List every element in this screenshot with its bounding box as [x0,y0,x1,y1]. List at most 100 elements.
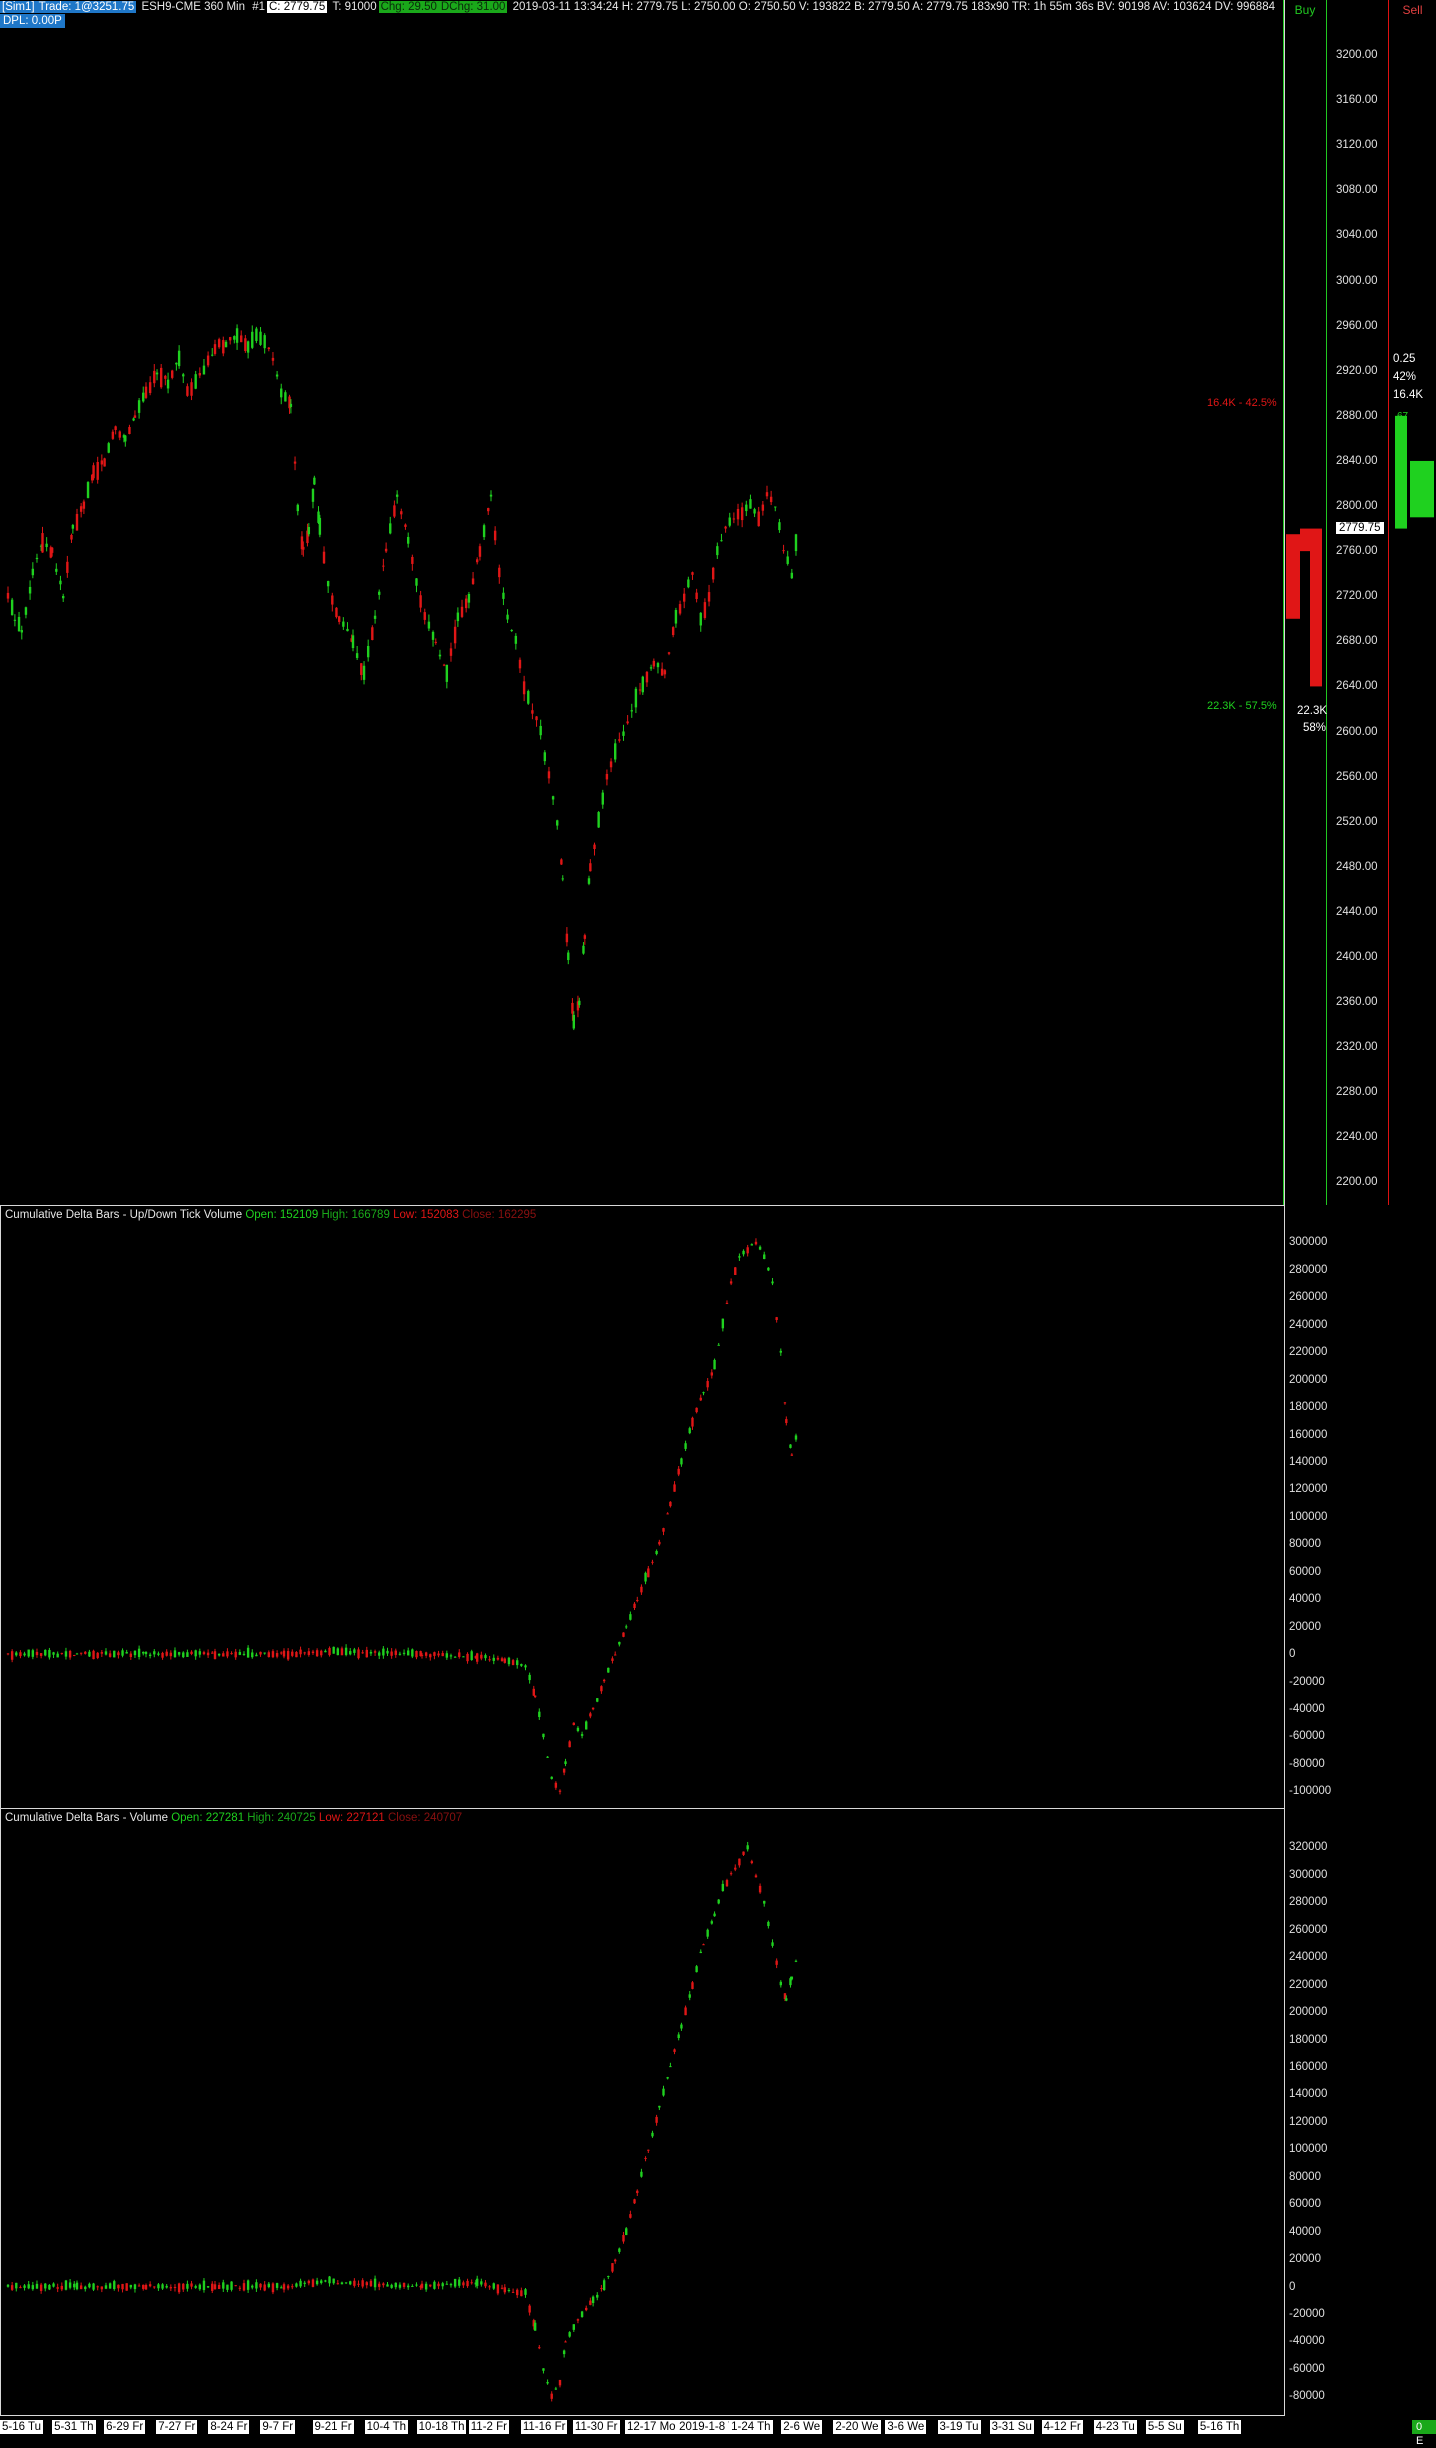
candle-up [634,688,638,708]
candle-up [390,2284,393,2288]
candle-down [190,1651,193,1655]
axis-tick-label: -20000 [1289,2307,1325,2320]
candle-down [244,338,247,351]
candle-up [328,2276,331,2284]
candle-down [169,1652,173,1657]
candle-up [373,615,377,619]
candle-down [100,460,104,465]
candle-up [576,1727,580,1732]
candle-up [326,581,330,587]
candle-up [542,1733,545,1738]
candle-down [732,518,736,520]
candle-down [636,1600,639,1602]
candle-up [680,2024,683,2029]
candle-up [758,1246,762,1250]
candle-down [361,2280,364,2287]
time-axis-label: 11-30 Fr [572,2420,620,2434]
candle-up [411,2285,414,2287]
candle-up [695,1966,698,1973]
candle-down [611,1658,614,1661]
candle-up [125,1651,128,1654]
candle-up [546,2382,549,2384]
candle-down [382,2283,385,2286]
candle-up [88,2283,91,2288]
axis-tick-label: 200000 [1289,1373,1328,1386]
candle-up [224,341,228,348]
candle-up [411,1649,414,1657]
candle-up [24,607,28,615]
axis-tick-label: 300000 [1289,1236,1328,1249]
candle-down [658,1541,661,1545]
candle-up [438,654,442,657]
candle-up [502,592,505,599]
candle-up [538,1711,541,1718]
time-axis-label: 3-6 We [885,2420,927,2434]
candle-up [506,614,509,620]
candle-down [92,1650,95,1660]
chart-canvas[interactable] [0,0,1436,2435]
candle-up [157,1653,160,1655]
candle-up [235,328,239,343]
candle-down [420,2283,424,2288]
candle-down [614,2259,617,2262]
candle-down [66,561,69,573]
candle-down [419,595,422,608]
candle-down [6,1653,10,1655]
candle-up [206,2286,210,2288]
candle-down [190,382,193,396]
time-axis-label: 3-31 Su [989,2420,1034,2434]
candle-down [267,347,271,350]
candle-up [644,1572,647,1582]
candle-down [666,1513,669,1515]
candle-down [754,1875,758,1878]
candle-down [114,426,117,430]
candle-down [736,508,740,520]
candle-up [259,331,262,345]
candle-up [507,1657,511,1665]
candle-up [551,796,555,800]
candle-down [211,1652,214,1654]
candle-up [56,1653,59,1658]
candle-up [349,1651,352,1655]
candle-down [153,370,156,384]
candle-up [48,2284,51,2290]
candle-up [202,365,206,375]
candle-up [142,1651,145,1654]
candle-down [487,508,490,512]
candle-down [511,1660,515,1666]
candle-down [478,546,482,557]
candle-up [564,1761,567,1765]
axis-tick-label: 2360.00 [1336,996,1378,1009]
time-axis-label: 5-31 Th [52,2420,96,2434]
candle-down [394,1650,397,1655]
candle-up [717,1344,720,1346]
candle-down [242,2283,246,2291]
candle-down [703,602,707,618]
axis-tick-label: 160000 [1289,2060,1328,2073]
candle-down [724,526,727,529]
candle-up [484,1655,487,1659]
candle-up [17,616,21,632]
candle-down [550,2393,553,2399]
candle-up [449,2284,453,2286]
candle-up [702,1392,705,1394]
candle-down [585,2307,588,2311]
candle-down [404,524,407,527]
candle-down [19,2287,22,2289]
candle-up [630,710,633,712]
candle-up [315,2280,319,2285]
candle-up [688,1994,691,1998]
candle-up [177,350,181,367]
time-axis-label: 6-29 Fr [104,2420,146,2434]
candle-up [107,443,110,453]
candle-up [226,2284,229,2290]
candle-up [585,1721,588,1730]
candle-up [23,1653,26,1656]
candle-up [749,499,752,509]
candle-up [790,572,794,579]
candle-up [790,1976,794,1980]
candle-up [651,2132,654,2137]
candle-up [539,725,542,736]
candle-up [303,2282,306,2284]
candle-down [622,1632,625,1637]
